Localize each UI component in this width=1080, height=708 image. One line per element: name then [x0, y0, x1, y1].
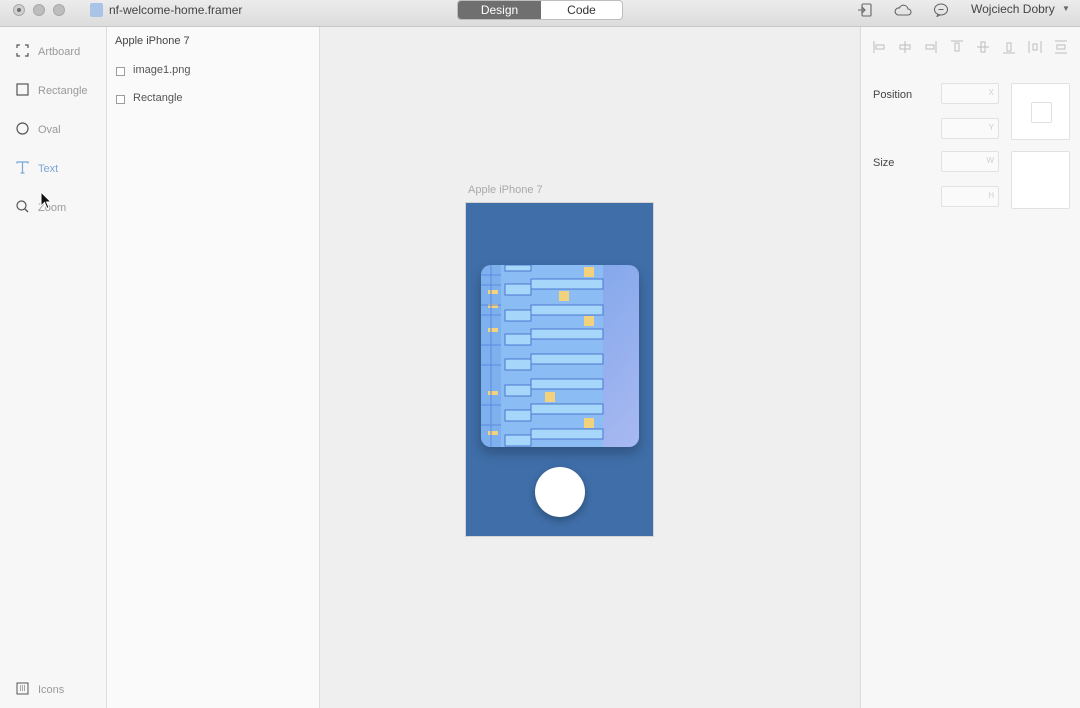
size-height-field[interactable]: H [941, 186, 999, 207]
position-label: Position [873, 89, 913, 101]
preview-icon[interactable] [857, 3, 873, 17]
tool-label: Rectangle [38, 85, 88, 97]
distribute-horizontal-icon[interactable] [1027, 39, 1043, 55]
cloud-icon[interactable] [894, 3, 912, 17]
distribute-vertical-icon[interactable] [1053, 39, 1069, 55]
canvas[interactable]: Apple iPhone 7 [320, 27, 859, 708]
tool-oval[interactable]: Oval [0, 114, 106, 144]
mouse-cursor-icon [40, 191, 52, 210]
oval-icon [16, 122, 29, 135]
action-button-oval[interactable] [535, 467, 585, 517]
building-illustration [481, 265, 639, 447]
close-window-button[interactable] [13, 4, 25, 16]
zoom-icon [16, 200, 29, 213]
align-center-horizontal-icon[interactable] [897, 39, 913, 55]
layer-type-icon [116, 67, 125, 76]
tool-rectangle[interactable]: Rectangle [0, 75, 106, 105]
title-bar: nf-welcome-home.framer Design Code Wojci… [0, 0, 1080, 27]
tool-label: Icons [38, 684, 65, 696]
align-left-icon[interactable] [872, 39, 888, 55]
align-bottom-icon[interactable] [1001, 39, 1017, 55]
zoom-window-button[interactable] [53, 4, 65, 16]
layer-item[interactable]: image1.png [116, 62, 306, 82]
minimize-window-button[interactable] [33, 4, 45, 16]
artboard-label[interactable]: Apple iPhone 7 [468, 184, 543, 196]
layer-artboard[interactable]: Apple iPhone 7 [115, 35, 190, 47]
field-suffix: Y [988, 123, 994, 132]
align-right-icon[interactable] [922, 39, 938, 55]
user-menu[interactable]: Wojciech Dobry [971, 2, 1055, 16]
mode-switch: Design Code [457, 0, 623, 20]
chevron-down-icon[interactable]: ▼ [1062, 4, 1070, 13]
field-suffix: W [986, 156, 994, 165]
tool-label: Artboard [38, 46, 81, 58]
position-preview [1011, 83, 1070, 140]
position-x-field[interactable]: X [941, 83, 999, 104]
tool-zoom[interactable]: Zoom [0, 192, 106, 222]
position-preview-box [1031, 102, 1052, 123]
layer-label: image1.png [133, 64, 191, 76]
tab-code[interactable]: Code [541, 1, 622, 19]
position-y-field[interactable]: Y [941, 118, 999, 139]
tool-label: Text [38, 163, 59, 175]
layer-type-icon [116, 95, 125, 104]
rectangle-icon [16, 83, 29, 96]
window-title: nf-welcome-home.framer [109, 3, 243, 17]
document-icon [90, 3, 103, 17]
field-suffix: H [988, 191, 994, 200]
size-width-field[interactable]: W [941, 151, 999, 172]
image-layer[interactable] [481, 265, 639, 447]
tool-text[interactable]: Text [0, 153, 106, 183]
size-preview [1011, 151, 1070, 209]
field-suffix: X [988, 88, 994, 97]
comment-icon[interactable] [933, 3, 949, 17]
layer-item[interactable]: Rectangle [116, 90, 306, 110]
inspector-panel: Position X Y Size W H [860, 27, 1080, 708]
layers-panel: Apple iPhone 7 image1.png Rectangle [107, 27, 320, 708]
tool-label: Oval [38, 124, 61, 136]
artboard[interactable] [466, 203, 653, 536]
tool-panel: Artboard Rectangle Oval Text Zoom Icons [0, 27, 107, 708]
tool-artboard[interactable]: Artboard [0, 36, 106, 66]
size-label: Size [873, 157, 895, 169]
layer-label: Rectangle [133, 92, 183, 104]
grid-icon [16, 682, 29, 695]
align-middle-vertical-icon[interactable] [975, 39, 991, 55]
text-icon [16, 161, 29, 174]
artboard-icon [16, 44, 29, 57]
tab-design[interactable]: Design [458, 1, 541, 19]
tool-icons[interactable]: Icons [0, 674, 106, 704]
align-top-icon[interactable] [949, 39, 965, 55]
